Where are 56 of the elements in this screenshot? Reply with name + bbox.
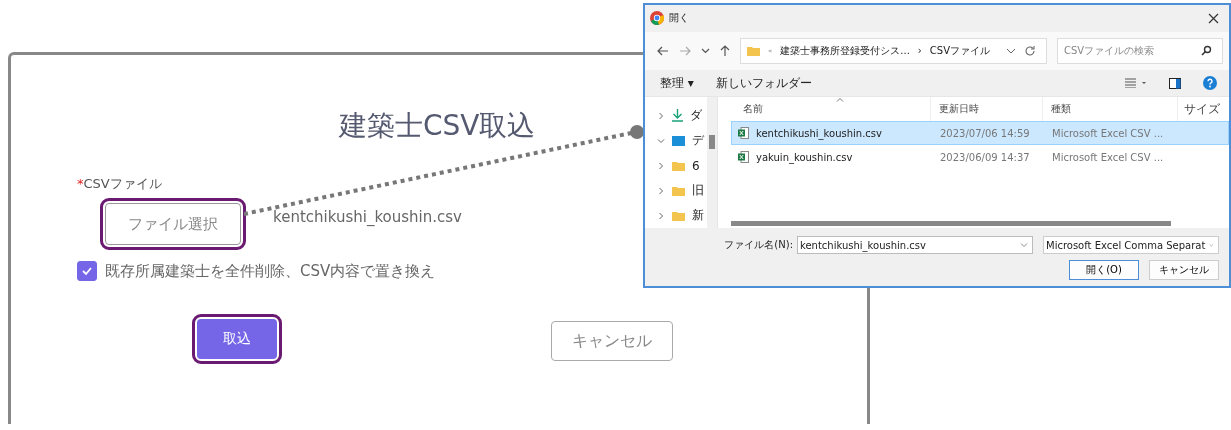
chevron-right-icon[interactable]	[657, 111, 665, 120]
cancel-button[interactable]: キャンセル	[551, 321, 673, 361]
file-type: Microsoft Excel CSV ...	[1051, 151, 1165, 163]
file-date: 2023/07/06 14:59	[939, 127, 1031, 139]
organize-menu[interactable]: 整理 ▾	[660, 74, 694, 92]
folder-icon	[747, 45, 760, 56]
chevron-right-icon[interactable]	[657, 186, 665, 195]
browser-logo-icon	[650, 11, 664, 26]
search-field[interactable]: CSVファイルの検索	[1057, 37, 1223, 64]
chevron-right-icon[interactable]	[657, 211, 665, 220]
spreadsheet-file-icon	[738, 151, 749, 164]
scrollbar-thumb[interactable]	[709, 135, 715, 150]
close-icon[interactable]	[1208, 12, 1219, 24]
field-label: *CSVファイル	[77, 175, 162, 193]
file-row[interactable]: yakuin_koushin.csv 2023/06/09 14:37 Microsoft Excel CSV ...	[731, 145, 1229, 170]
nav-item[interactable]: デ	[692, 132, 704, 150]
chevron-down-icon[interactable]	[701, 47, 710, 54]
dialog-title: 建築士CSV取込	[339, 108, 536, 144]
new-folder-button[interactable]: 新しいフォルダー	[715, 74, 812, 92]
scrollbar-thumb[interactable]	[731, 220, 1171, 226]
folder-icon	[672, 160, 685, 171]
file-name: yakuin_koushin.csv	[756, 151, 853, 163]
file-date: 2023/06/09 14:37	[939, 151, 1031, 163]
nav-item[interactable]: 旧	[692, 182, 704, 200]
checkbox[interactable]	[77, 261, 97, 281]
file-name: kentchikushi_koushin.csv	[756, 127, 882, 139]
download-icon	[672, 109, 683, 123]
folder-icon	[672, 185, 685, 196]
search-icon	[1201, 45, 1212, 57]
forward-arrow-icon[interactable]	[679, 45, 691, 56]
sort-caret-icon	[836, 97, 844, 103]
nav-item[interactable]: ダ	[690, 107, 702, 125]
window-title: 開く	[669, 11, 689, 26]
help-icon[interactable]	[1203, 76, 1217, 91]
refresh-icon[interactable]	[1024, 44, 1036, 57]
view-options-icon[interactable]	[1125, 78, 1147, 89]
column-header[interactable]: サイズ	[1178, 97, 1229, 122]
nav-item[interactable]: 新	[692, 207, 704, 225]
file-type-dropdown[interactable]: Microsoft Excel Comma Separat	[1043, 236, 1219, 255]
spreadsheet-file-icon	[738, 127, 749, 140]
up-arrow-icon[interactable]	[720, 44, 730, 57]
nav-item[interactable]: 6	[692, 158, 700, 173]
chevron-down-icon[interactable]	[1006, 47, 1016, 54]
desktop-icon	[672, 135, 685, 146]
file-name: kentchikushi_koushin.csv	[273, 208, 462, 226]
preview-pane-icon[interactable]	[1169, 77, 1181, 89]
file-name-label: ファイル名(N):	[724, 238, 793, 253]
file-row[interactable]: kentchikushi_koushin.csv 2023/07/06 14:59 Microsoft Excel CSV ...	[731, 121, 1229, 146]
back-arrow-icon[interactable]	[657, 45, 669, 56]
chevron-right-icon[interactable]	[657, 161, 665, 170]
folder-icon	[672, 210, 685, 221]
cancel-button[interactable]: キャンセル	[1149, 260, 1219, 281]
checkbox-label: 既存所属建築士を全件削除、CSV内容で置き換え	[105, 261, 436, 281]
open-button[interactable]: 開く(O)	[1069, 260, 1139, 281]
file-type: Microsoft Excel CSV ...	[1051, 127, 1165, 139]
file-name-field[interactable]: kentchikushi_koushin.csv	[797, 236, 1033, 255]
